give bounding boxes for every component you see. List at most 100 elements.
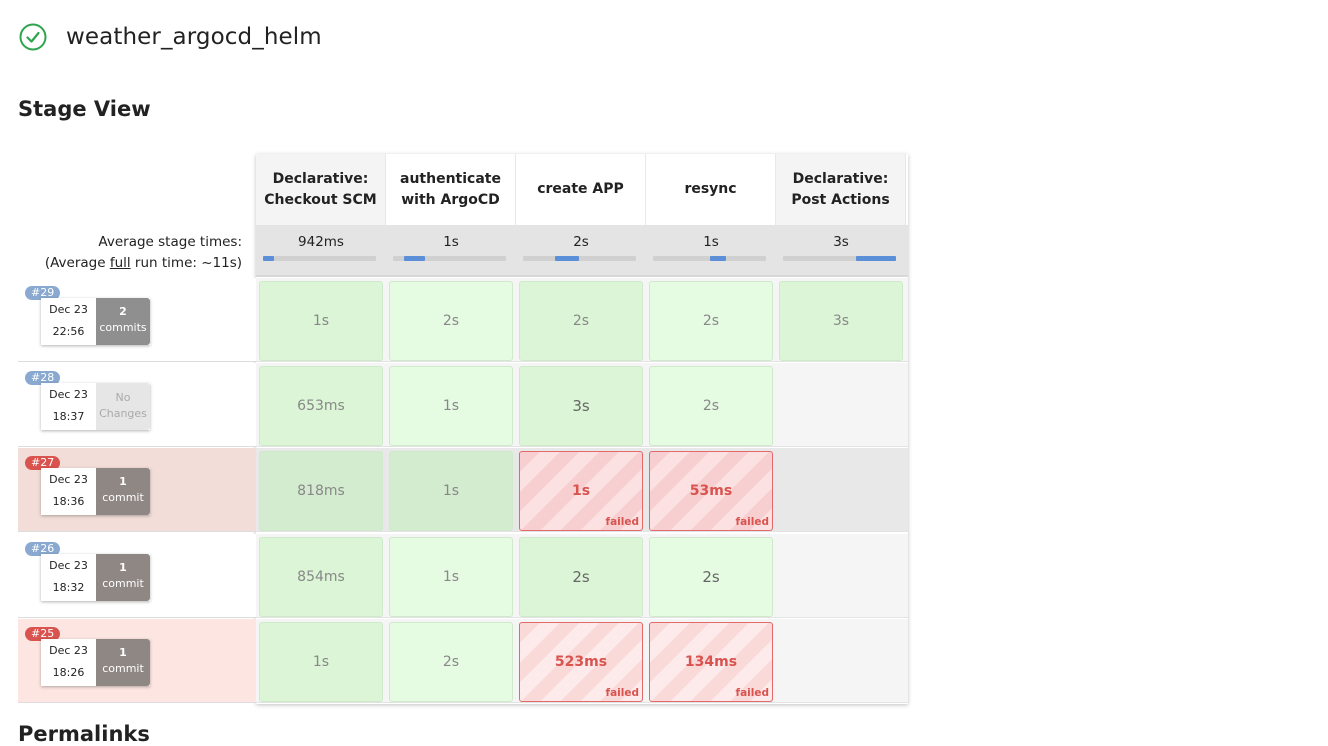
build-stage-row: 854ms 1s 2s 2s	[256, 534, 908, 618]
average-time-value: 1s	[703, 234, 719, 250]
stage-cell-success[interactable]: 1s	[259, 622, 383, 702]
stage-cell-success[interactable]: 2s	[519, 537, 643, 617]
stage-cell-failed[interactable]: 523ms failed	[519, 622, 643, 702]
stage-cell-failed[interactable]: 134ms failed	[649, 622, 773, 702]
average-time-bar-fill	[709, 256, 727, 261]
stage-header-line1: Declarative:	[792, 170, 889, 187]
build-date: Dec 23 18:32	[41, 554, 96, 601]
build-date-day: Dec 23	[49, 559, 88, 572]
average-time-bar-fill	[856, 256, 896, 261]
stage-cell-success[interactable]: 2s	[389, 622, 513, 702]
stage-view-heading: Stage View	[18, 97, 151, 121]
stage-cell-success[interactable]: 1s	[389, 366, 513, 446]
stage-header-line2: Checkout SCM	[264, 191, 377, 208]
average-time-value: 3s	[833, 234, 849, 250]
stage-duration: 2s	[572, 568, 590, 586]
build-row-info[interactable]: #29 Dec 23 22:56 2 commits	[18, 278, 256, 362]
average-stage-time-2: 2s	[516, 225, 646, 275]
commit-count: 1	[119, 646, 127, 659]
stage-header-0: Declarative: Checkout SCM	[256, 154, 386, 225]
commits-label: No Changes	[99, 391, 147, 420]
stage-duration: 3s	[832, 313, 850, 329]
failed-tag: failed	[605, 516, 640, 528]
full-run-time-link[interactable]: full	[110, 255, 131, 271]
stage-duration: 3s	[572, 397, 590, 415]
build-date: Dec 23 18:36	[41, 468, 96, 515]
average-stage-time-3: 1s	[646, 225, 776, 275]
stage-cell-success[interactable]: 653ms	[259, 366, 383, 446]
stage-cell-success[interactable]: 2s	[649, 281, 773, 361]
average-run-time-prefix: (Average	[44, 255, 110, 271]
build-card[interactable]: Dec 23 18:26 1 commit	[41, 639, 150, 686]
build-commits-button[interactable]: 2 commits	[96, 298, 150, 345]
build-commits-button[interactable]: No Changes	[96, 383, 150, 430]
build-card[interactable]: Dec 23 22:56 2 commits	[41, 298, 150, 345]
build-commits-button[interactable]: 1 commit	[96, 554, 150, 601]
build-date-time: 18:26	[52, 666, 85, 679]
stage-cell-success[interactable]: 2s	[649, 537, 773, 617]
build-card[interactable]: Dec 23 18:32 1 commit	[41, 554, 150, 601]
stage-cell-success[interactable]: 1s	[259, 281, 383, 361]
stage-duration: 1s	[442, 569, 460, 585]
build-commits-button[interactable]: 1 commit	[96, 639, 150, 686]
stage-cell-failed[interactable]: 1s failed	[519, 451, 643, 531]
stage-cell-success[interactable]: 2s	[519, 281, 643, 361]
stage-header-line2: Post Actions	[791, 191, 890, 208]
build-stage-row: 1s 2s 2s 2s 3s	[256, 278, 908, 362]
build-date-time: 18:36	[52, 495, 85, 508]
commit-count: 1	[119, 475, 127, 488]
stage-header-line1: authenticate	[400, 170, 501, 187]
failed-tag: failed	[735, 516, 770, 528]
build-row-info[interactable]: #26 Dec 23 18:32 1 commit	[18, 534, 256, 618]
stage-duration: 1s	[442, 398, 460, 414]
average-time-bar	[393, 256, 506, 261]
build-card[interactable]: Dec 23 18:36 1 commit	[41, 468, 150, 515]
average-stage-time-0: 942ms	[256, 225, 386, 275]
failed-tag: failed	[605, 687, 640, 699]
average-time-bar-fill	[554, 256, 580, 261]
build-commits-button[interactable]: 1 commit	[96, 468, 150, 515]
build-stage-row: 818ms 1s 1s failed 53ms failed	[256, 448, 908, 532]
stage-duration: 134ms	[684, 654, 738, 670]
stage-duration: 2s	[572, 313, 590, 329]
build-date-day: Dec 23	[49, 388, 88, 401]
stage-cell-success[interactable]: 1s	[389, 537, 513, 617]
build-row-info[interactable]: #27 Dec 23 18:36 1 commit	[18, 448, 256, 532]
stage-cell-failed[interactable]: 53ms failed	[649, 451, 773, 531]
stage-cell-success[interactable]: 2s	[649, 366, 773, 446]
stage-cell-success[interactable]: 2s	[389, 281, 513, 361]
build-date-time: 22:56	[52, 325, 85, 338]
average-stage-times-text: Average stage times:	[98, 234, 242, 250]
stage-duration: 523ms	[554, 654, 608, 670]
stage-duration: 2s	[442, 313, 460, 329]
average-stage-time-4: 3s	[776, 225, 906, 275]
failed-tag: failed	[735, 687, 770, 699]
stage-header-1: authenticate with ArgoCD	[386, 154, 516, 225]
average-time-bar-fill	[263, 256, 275, 261]
build-stage-row: 653ms 1s 3s 2s	[256, 363, 908, 447]
stage-header-line1: create APP	[537, 181, 624, 197]
build-card[interactable]: Dec 23 18:37 No Changes	[41, 383, 150, 430]
stage-cell-success[interactable]: 3s	[779, 281, 903, 361]
stage-cell-success[interactable]: 854ms	[259, 537, 383, 617]
stage-cell-success[interactable]: 1s	[389, 451, 513, 531]
build-row-info[interactable]: #25 Dec 23 18:26 1 commit	[18, 619, 256, 703]
stage-duration: 818ms	[297, 483, 345, 499]
build-row-info[interactable]: #28 Dec 23 18:37 No Changes	[18, 363, 256, 447]
average-time-value: 942ms	[298, 234, 344, 250]
build-date: Dec 23 18:26	[41, 639, 96, 686]
build-stage-row: 1s 2s 523ms failed 134ms failed	[256, 619, 908, 703]
average-time-bar-fill	[404, 256, 425, 261]
stage-cell-success[interactable]: 3s	[519, 366, 643, 446]
stage-duration: 854ms	[297, 569, 345, 585]
commits-label: commits	[99, 321, 147, 334]
build-date-time: 18:37	[52, 410, 85, 423]
average-time-bar	[523, 256, 636, 261]
build-date-time: 18:32	[52, 581, 85, 594]
build-date-day: Dec 23	[49, 644, 88, 657]
average-time-bar	[653, 256, 766, 261]
commit-count: 1	[119, 561, 127, 574]
average-time-bar	[783, 256, 896, 261]
stage-duration: 2s	[702, 568, 720, 586]
stage-cell-success[interactable]: 818ms	[259, 451, 383, 531]
